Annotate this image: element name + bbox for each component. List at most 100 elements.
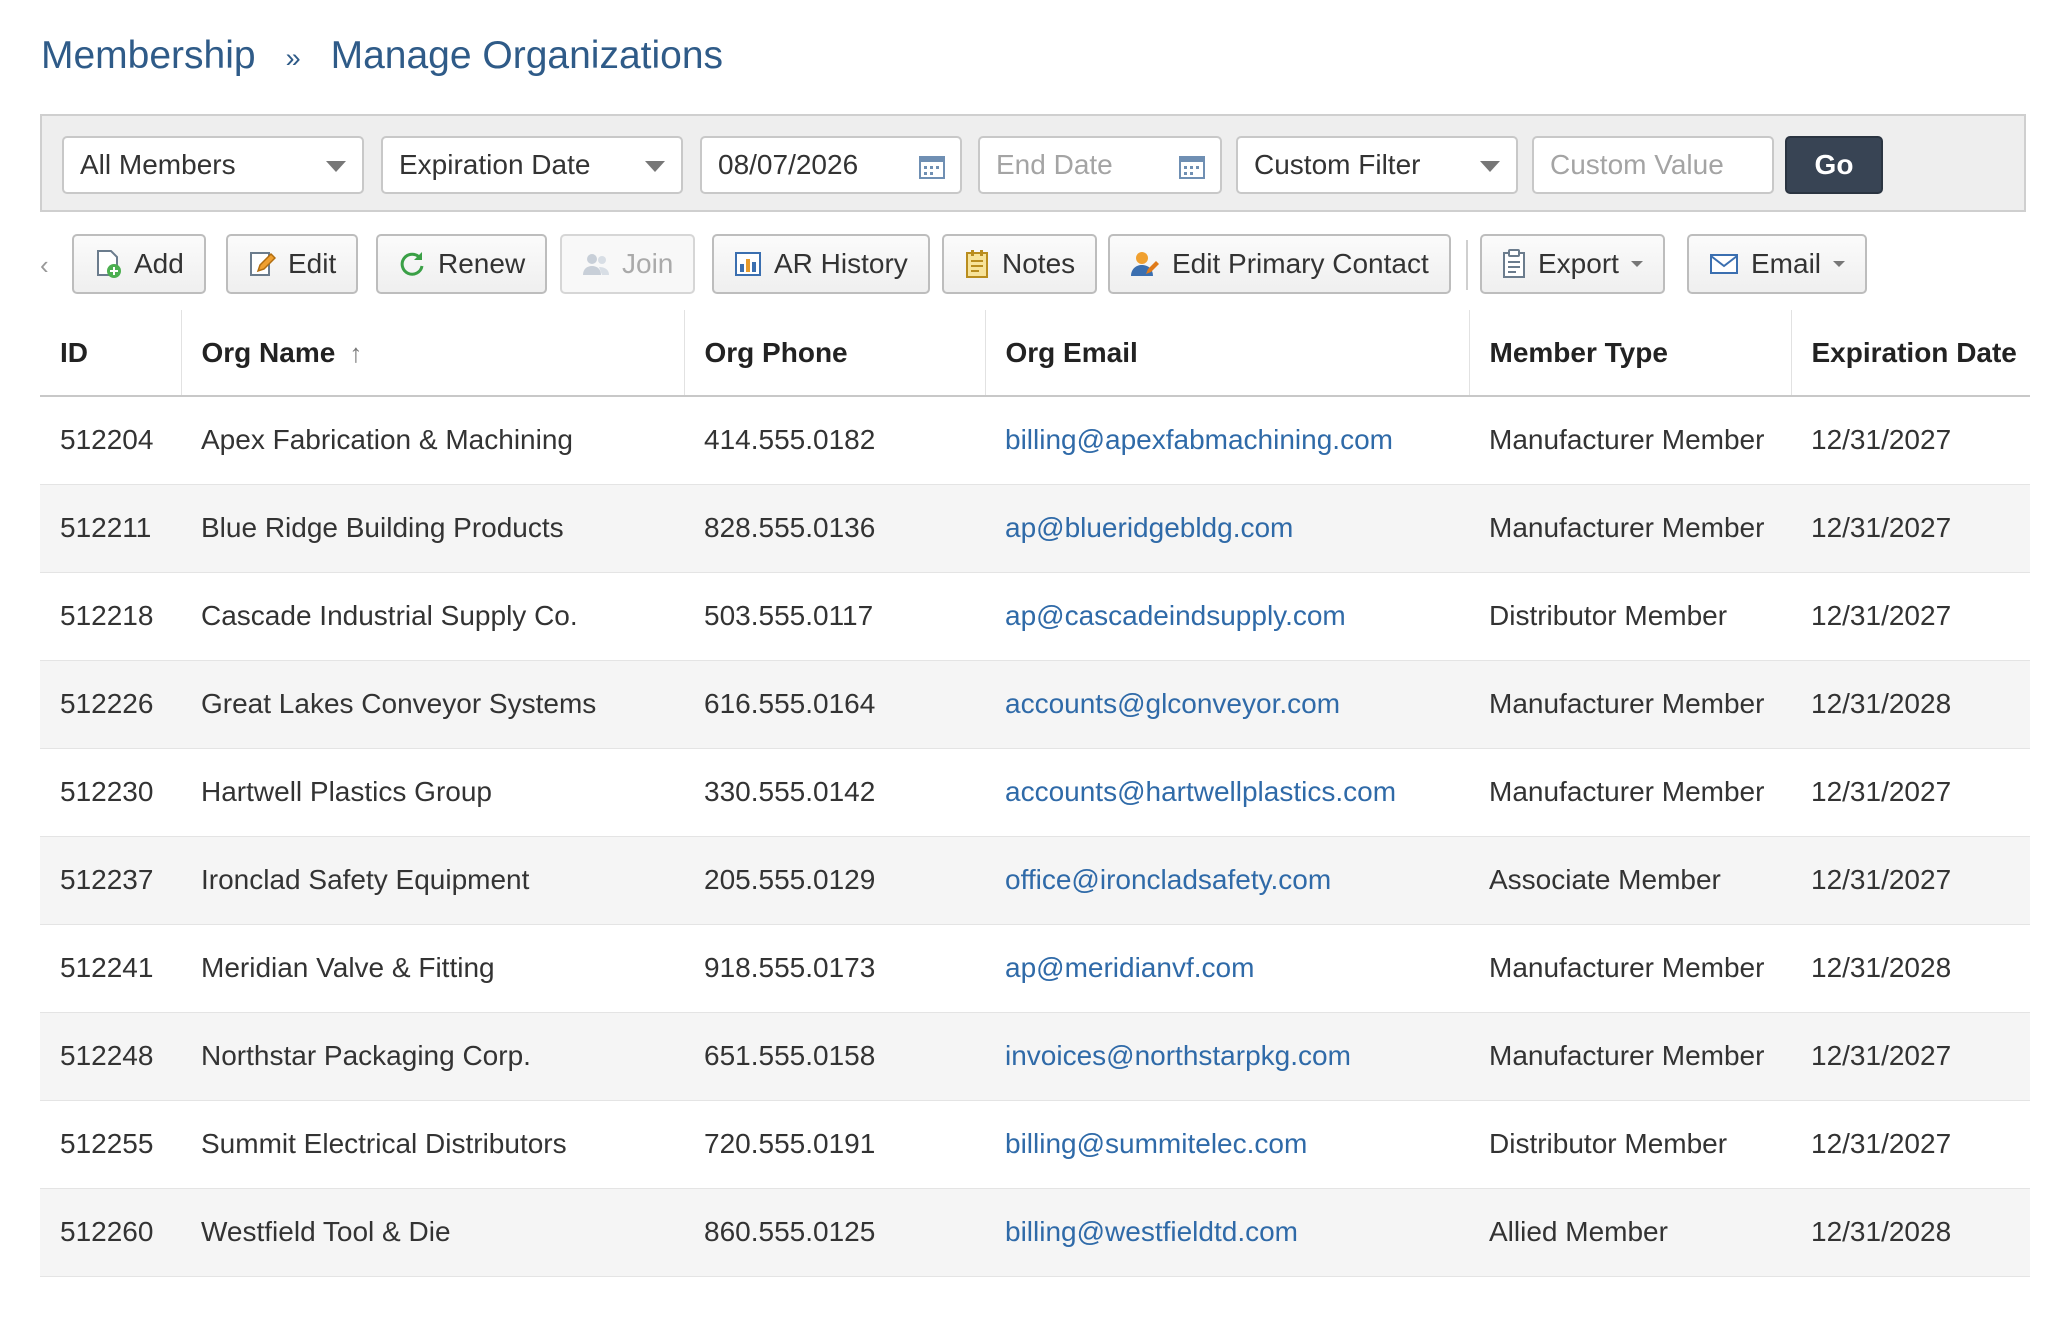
- edit-primary-contact-label: Edit Primary Contact: [1172, 248, 1429, 279]
- custom-value-input[interactable]: Custom Value: [1532, 136, 1774, 194]
- bar-chart-icon: [735, 252, 761, 276]
- page: Membership » Manage Organizations All Me…: [0, 0, 2056, 1320]
- cell-org-phone: 720.555.0191: [684, 1100, 985, 1189]
- organizations-table: ID Org Name ↑ Org Phone Org Email Member …: [40, 310, 2030, 1277]
- end-date-placeholder: End Date: [996, 149, 1113, 180]
- email-link[interactable]: billing@apexfabmachining.com: [1005, 424, 1393, 455]
- cell-id: 512241: [40, 924, 181, 1013]
- export-button[interactable]: Export: [1480, 234, 1665, 294]
- cell-org-email: billing@apexfabmachining.com: [985, 396, 1469, 485]
- member-scope-value: All Members: [80, 149, 236, 180]
- date-field-value: Expiration Date: [399, 149, 591, 180]
- scroll-left-icon[interactable]: ‹: [40, 250, 49, 281]
- cell-member-type: Distributor Member: [1469, 572, 1791, 661]
- add-label: Add: [134, 248, 184, 279]
- edit-primary-contact-button[interactable]: Edit Primary Contact: [1108, 234, 1451, 294]
- table-row[interactable]: 512204 Apex Fabrication & Machining 414.…: [40, 396, 2030, 485]
- email-link[interactable]: accounts@hartwellplastics.com: [1005, 776, 1396, 807]
- email-link[interactable]: ap@meridianvf.com: [1005, 952, 1254, 983]
- notes-button[interactable]: Notes: [942, 234, 1098, 294]
- cell-org-phone: 616.555.0164: [684, 660, 985, 749]
- cell-id: 512230: [40, 748, 181, 837]
- cell-org-name: Westfield Tool & Die: [181, 1188, 684, 1277]
- go-button[interactable]: Go: [1785, 136, 1883, 194]
- email-link[interactable]: billing@westfieldtd.com: [1005, 1216, 1298, 1247]
- column-header-label: Org Name: [201, 336, 336, 368]
- date-field-select[interactable]: Expiration Date: [381, 136, 683, 194]
- table-row[interactable]: 512226 Great Lakes Conveyor Systems 616.…: [40, 660, 2030, 749]
- cell-org-email: ap@blueridgebldg.com: [985, 484, 1469, 573]
- cell-expiration-date: 12/31/2027: [1791, 748, 2030, 837]
- cell-org-name: Northstar Packaging Corp.: [181, 1012, 684, 1101]
- cell-expiration-date: 12/31/2028: [1791, 660, 2030, 749]
- contact-edit-icon: [1131, 252, 1159, 276]
- cell-org-name: Cascade Industrial Supply Co.: [181, 572, 684, 661]
- column-header-member-type[interactable]: Member Type: [1469, 310, 1792, 397]
- column-header-label: ID: [60, 336, 88, 368]
- email-link[interactable]: ap@cascadeindsupply.com: [1005, 600, 1346, 631]
- column-header-expiration-date[interactable]: Expiration Date: [1791, 310, 2030, 397]
- breadcrumb-membership-link[interactable]: Membership: [41, 34, 256, 78]
- chevron-down-icon: [1480, 161, 1500, 172]
- chevron-down-icon: [645, 161, 665, 172]
- table-row[interactable]: 512218 Cascade Industrial Supply Co. 503…: [40, 572, 2030, 661]
- cell-id: 512255: [40, 1100, 181, 1189]
- calendar-icon[interactable]: [1178, 153, 1206, 188]
- clipboard-icon: [1503, 249, 1525, 278]
- email-link[interactable]: invoices@northstarpkg.com: [1005, 1040, 1351, 1071]
- column-header-org-email[interactable]: Org Email: [985, 310, 1470, 397]
- member-scope-select[interactable]: All Members: [62, 136, 364, 194]
- cell-member-type: Manufacturer Member: [1469, 748, 1791, 837]
- cell-expiration-date: 12/31/2027: [1791, 836, 2030, 925]
- add-button[interactable]: Add: [72, 234, 206, 294]
- cell-expiration-date: 12/31/2027: [1791, 572, 2030, 661]
- table-row[interactable]: 512260 Westfield Tool & Die 860.555.0125…: [40, 1188, 2030, 1277]
- cell-org-phone: 918.555.0173: [684, 924, 985, 1013]
- email-link[interactable]: accounts@glconveyor.com: [1005, 688, 1340, 719]
- email-link[interactable]: ap@blueridgebldg.com: [1005, 512, 1293, 543]
- column-header-org-phone[interactable]: Org Phone: [684, 310, 986, 397]
- table-row[interactable]: 512211 Blue Ridge Building Products 828.…: [40, 484, 2030, 573]
- join-button[interactable]: Join: [560, 234, 696, 294]
- ar-history-button[interactable]: AR History: [712, 234, 930, 294]
- cell-member-type: Distributor Member: [1469, 1100, 1791, 1189]
- email-link[interactable]: office@ironcladsafety.com: [1005, 864, 1331, 895]
- cell-org-name: Summit Electrical Distributors: [181, 1100, 684, 1189]
- end-date-input[interactable]: End Date: [978, 136, 1222, 194]
- custom-filter-value: Custom Filter: [1254, 149, 1421, 180]
- cell-member-type: Manufacturer Member: [1469, 660, 1791, 749]
- table-body: 512204 Apex Fabrication & Machining 414.…: [40, 396, 2030, 1277]
- cell-org-phone: 205.555.0129: [684, 836, 985, 925]
- cell-org-email: invoices@northstarpkg.com: [985, 1012, 1469, 1101]
- cell-org-name: Apex Fabrication & Machining: [181, 396, 684, 485]
- cell-org-email: ap@meridianvf.com: [985, 924, 1469, 1013]
- renew-label: Renew: [438, 248, 526, 279]
- renew-button[interactable]: Renew: [376, 234, 548, 294]
- table-row[interactable]: 512230 Hartwell Plastics Group 330.555.0…: [40, 748, 2030, 837]
- email-button[interactable]: Email: [1687, 234, 1868, 294]
- add-document-icon: [97, 250, 121, 278]
- cell-member-type: Allied Member: [1469, 1188, 1791, 1277]
- edit-button[interactable]: Edit: [226, 234, 359, 294]
- custom-value-placeholder: Custom Value: [1550, 149, 1724, 180]
- cell-id: 512211: [40, 484, 181, 573]
- table-row[interactable]: 512241 Meridian Valve & Fitting 918.555.…: [40, 924, 2030, 1013]
- table-row[interactable]: 512248 Northstar Packaging Corp. 651.555…: [40, 1012, 2030, 1101]
- action-toolbar: ‹ Add Edit Renew Join AR History Notes E…: [40, 234, 2030, 296]
- column-header-id[interactable]: ID: [40, 310, 182, 397]
- start-date-value: 08/07/2026: [718, 149, 859, 180]
- table-row[interactable]: 512255 Summit Electrical Distributors 72…: [40, 1100, 2030, 1189]
- calendar-icon[interactable]: [918, 153, 946, 188]
- custom-filter-select[interactable]: Custom Filter: [1236, 136, 1518, 194]
- column-header-org-name[interactable]: Org Name ↑: [181, 310, 685, 397]
- start-date-input[interactable]: 08/07/2026: [700, 136, 962, 194]
- email-link[interactable]: billing@summitelec.com: [1005, 1128, 1307, 1159]
- cell-org-email: billing@summitelec.com: [985, 1100, 1469, 1189]
- ar-history-label: AR History: [774, 248, 908, 279]
- toolbar-divider: [1466, 240, 1468, 290]
- cell-org-email: ap@cascadeindsupply.com: [985, 572, 1469, 661]
- email-label: Email: [1751, 248, 1822, 279]
- table-row[interactable]: 512237 Ironclad Safety Equipment 205.555…: [40, 836, 2030, 925]
- cell-org-email: office@ironcladsafety.com: [985, 836, 1469, 925]
- cell-org-email: accounts@hartwellplastics.com: [985, 748, 1469, 837]
